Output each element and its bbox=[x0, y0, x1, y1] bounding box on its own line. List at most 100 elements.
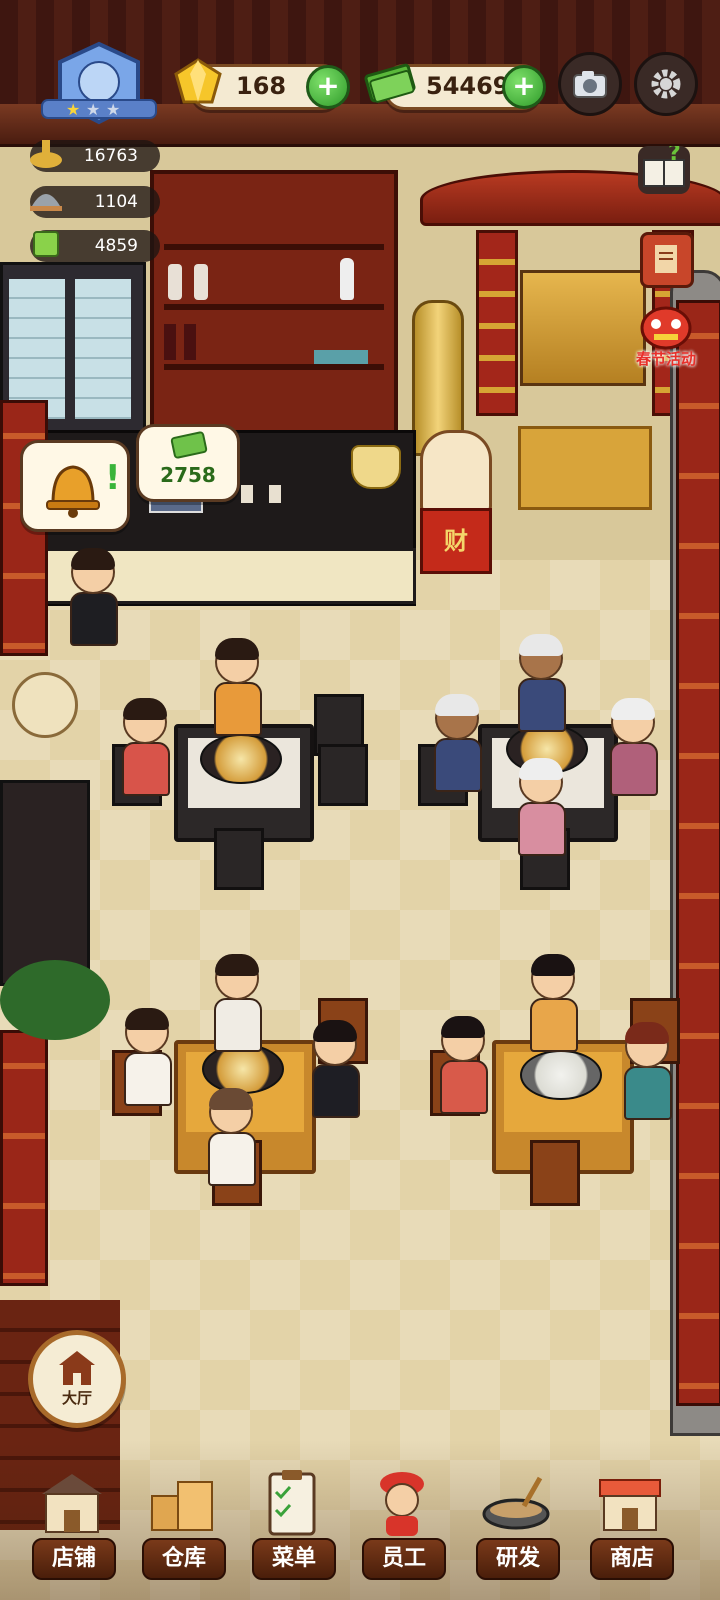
vase bbox=[340, 258, 354, 300]
dish-icon bbox=[33, 231, 59, 257]
nav-label: 商店 bbox=[590, 1538, 674, 1580]
nav-warehouse[interactable]: 仓库 bbox=[138, 1460, 228, 1580]
hotpot-dish bbox=[200, 734, 282, 784]
gear-icon bbox=[651, 69, 681, 99]
svg-text:?: ? bbox=[668, 146, 681, 166]
warehouse-boxes-icon bbox=[151, 1481, 213, 1531]
add-cash-button[interactable]: + bbox=[502, 65, 546, 109]
stat-hotpot: 16763 bbox=[30, 140, 160, 172]
lion-dance-icon bbox=[640, 306, 692, 350]
nav-research[interactable]: 研发 bbox=[472, 1460, 562, 1580]
nav-label: 仓库 bbox=[142, 1538, 226, 1580]
chair bbox=[530, 1140, 580, 1206]
hall-button-label: 大厅 bbox=[61, 1389, 92, 1407]
cash-count: 54469 bbox=[426, 72, 510, 100]
gate-pillar bbox=[476, 230, 518, 416]
customer[interactable] bbox=[214, 638, 262, 736]
customer[interactable] bbox=[124, 1008, 172, 1106]
stat-hotpot-value: 16763 bbox=[83, 146, 138, 166]
staff-chef-icon bbox=[380, 1472, 424, 1536]
recipe-book-icon bbox=[655, 245, 677, 273]
help-book-icon: ? bbox=[643, 141, 685, 187]
gem-icon bbox=[174, 58, 222, 104]
fridge-door-left bbox=[9, 279, 65, 419]
sauce-station[interactable] bbox=[0, 780, 90, 986]
nav-label: 店铺 bbox=[32, 1538, 116, 1580]
customer[interactable] bbox=[440, 1016, 488, 1114]
help-book-button[interactable]: ? bbox=[638, 141, 690, 194]
liquor-cabinet[interactable] bbox=[150, 170, 398, 448]
customer[interactable] bbox=[214, 954, 262, 1052]
cloche-icon bbox=[30, 194, 62, 211]
nav-store[interactable]: 商店 bbox=[586, 1460, 676, 1580]
bottle bbox=[168, 264, 182, 300]
left-pillar-lower bbox=[0, 1030, 48, 1286]
store-front-icon bbox=[599, 1479, 661, 1531]
cash-icon bbox=[170, 431, 208, 459]
recipe-book-button[interactable] bbox=[640, 232, 694, 288]
decor-jar bbox=[12, 672, 78, 738]
stat-served: 1104 bbox=[30, 186, 160, 218]
camera-button[interactable] bbox=[558, 52, 622, 116]
shop-building-icon bbox=[42, 1474, 102, 1533]
hall-button[interactable]: 大厅 bbox=[28, 1330, 126, 1428]
customer-elder[interactable] bbox=[434, 694, 482, 792]
settings-button[interactable] bbox=[634, 52, 698, 116]
customer[interactable] bbox=[624, 1022, 672, 1120]
lamp bbox=[351, 445, 401, 489]
bottle bbox=[194, 264, 208, 300]
cash-stack-icon bbox=[364, 63, 416, 103]
card bbox=[241, 485, 253, 503]
chair bbox=[318, 744, 368, 806]
svg-text:!: ! bbox=[105, 458, 121, 498]
nav-shop-building[interactable]: 店铺 bbox=[28, 1460, 118, 1580]
nav-label: 研发 bbox=[476, 1538, 560, 1580]
customer[interactable] bbox=[530, 954, 578, 1052]
chair bbox=[214, 828, 264, 890]
fish-soup-dish bbox=[520, 1050, 602, 1100]
customer[interactable] bbox=[122, 698, 170, 796]
card bbox=[269, 485, 281, 503]
customer[interactable] bbox=[208, 1088, 256, 1186]
right-pillar bbox=[676, 300, 720, 1406]
stat-dishes-value: 4859 bbox=[94, 236, 138, 256]
bonsai-tree bbox=[0, 960, 110, 1040]
wine-bottle bbox=[184, 324, 196, 360]
spring-festival-event-button[interactable]: 春节活动 bbox=[628, 300, 704, 374]
bell-icon: ! bbox=[46, 458, 121, 518]
waiter[interactable] bbox=[70, 548, 118, 646]
customer-grandma[interactable] bbox=[610, 698, 658, 796]
customer-businessman[interactable] bbox=[312, 1020, 360, 1118]
cash-bubble[interactable]: 2758 bbox=[136, 424, 240, 502]
player-level-badge[interactable]: ★ ★ ★ bbox=[38, 40, 160, 128]
wok-research-icon bbox=[482, 1476, 550, 1530]
nav-menu[interactable]: 菜单 bbox=[248, 1460, 338, 1580]
nav-staff[interactable]: 员工 bbox=[358, 1460, 448, 1580]
svg-text:★: ★ bbox=[86, 100, 100, 119]
clipboard-menu-icon bbox=[268, 1470, 316, 1536]
box bbox=[314, 350, 368, 364]
cabinet-shelf bbox=[164, 364, 384, 370]
hotpot-icon bbox=[30, 140, 62, 168]
cabinet-shelf bbox=[164, 304, 384, 310]
lucky-cat[interactable] bbox=[420, 430, 492, 516]
customer-grandma[interactable] bbox=[518, 758, 566, 856]
call-bell-bubble[interactable]: ! bbox=[20, 440, 130, 532]
cash-bubble-amount: 2758 bbox=[160, 463, 216, 487]
floor-mat bbox=[518, 426, 652, 510]
nav-label: 菜单 bbox=[252, 1538, 336, 1580]
add-gems-button[interactable]: + bbox=[306, 65, 350, 109]
stat-dishes: 4859 bbox=[30, 230, 160, 262]
svg-text:★: ★ bbox=[106, 100, 120, 119]
event-label: 春节活动 bbox=[635, 350, 696, 368]
svg-text:★: ★ bbox=[66, 100, 80, 119]
nav-label: 员工 bbox=[362, 1538, 446, 1580]
chef-level-badge-icon: ★ ★ ★ bbox=[41, 41, 157, 125]
customer-elder[interactable] bbox=[518, 634, 566, 732]
gem-count: 168 bbox=[236, 72, 287, 100]
cabinet-shelf bbox=[164, 244, 384, 250]
hall-house-icon bbox=[59, 1351, 95, 1385]
stat-served-value: 1104 bbox=[94, 192, 138, 212]
camera-icon bbox=[573, 71, 607, 98]
wine-bottle bbox=[164, 324, 176, 360]
